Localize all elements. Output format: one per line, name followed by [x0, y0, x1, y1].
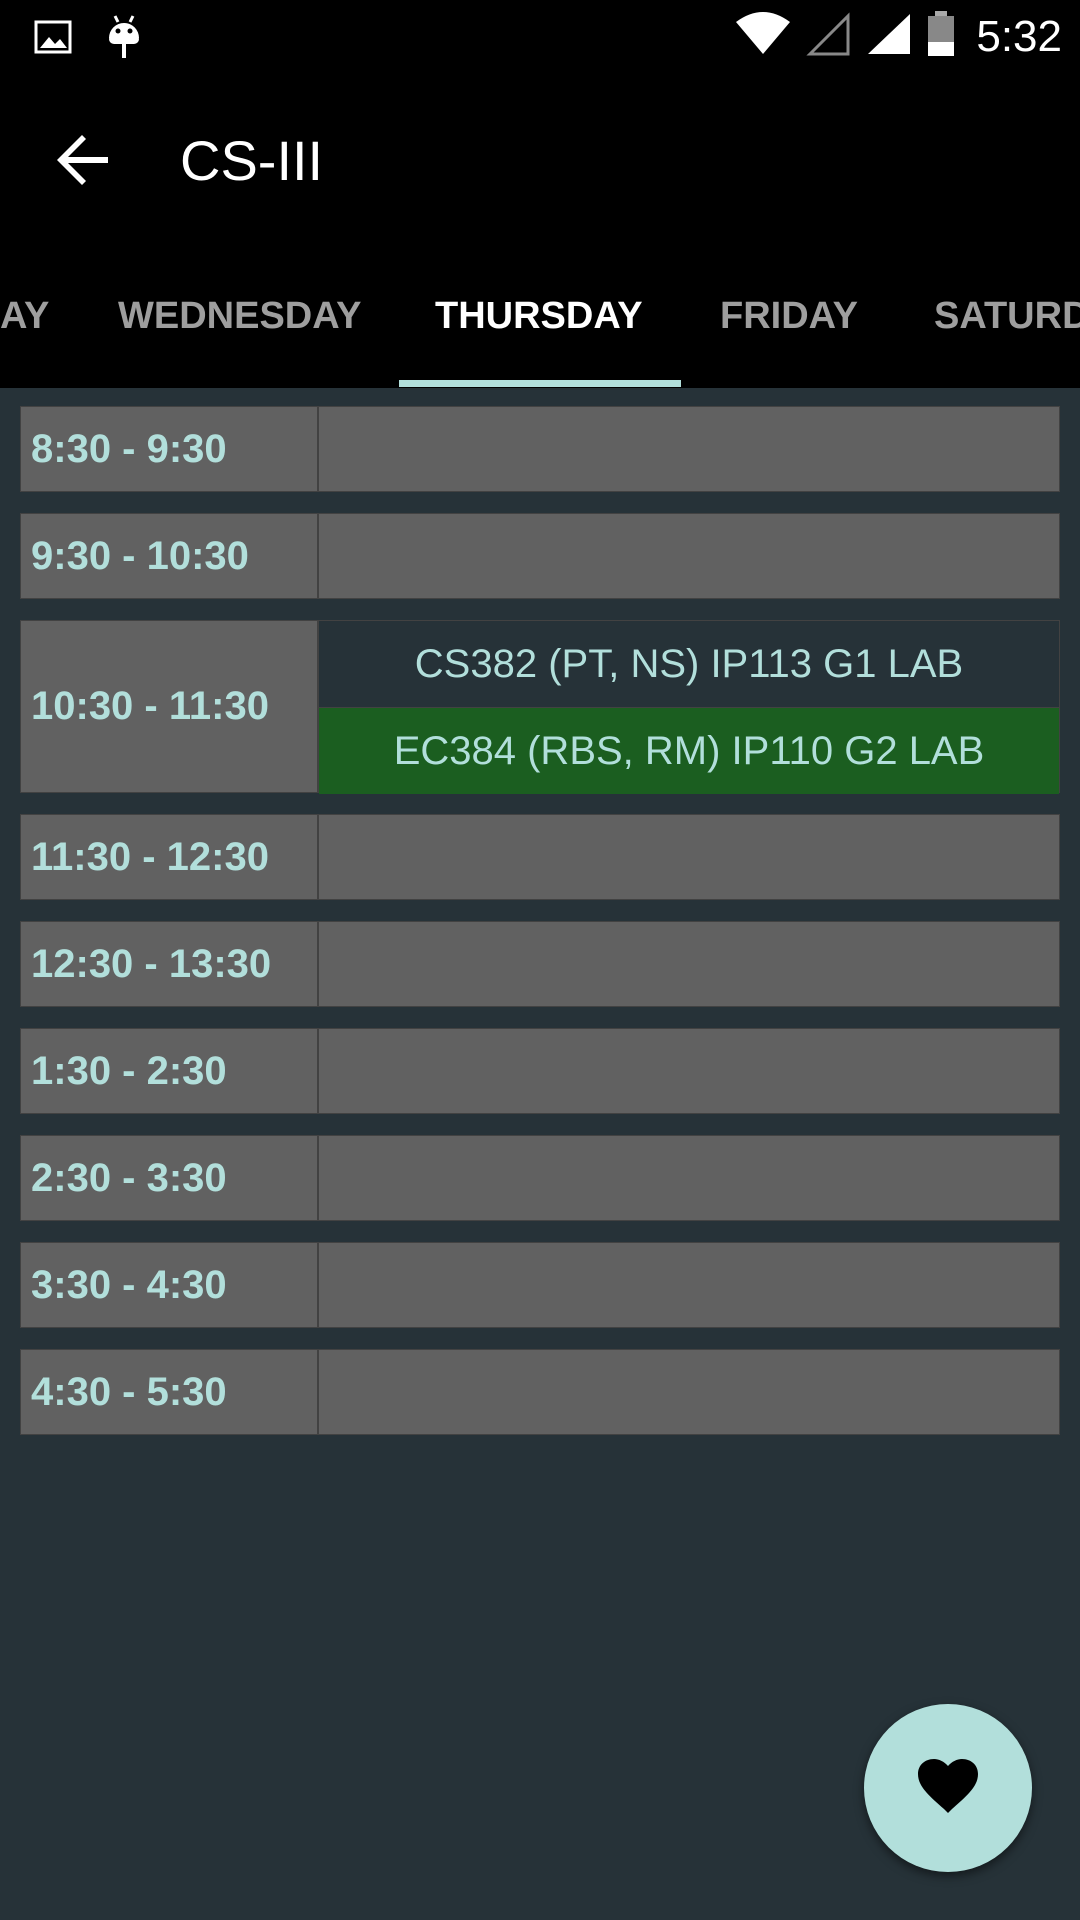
timetable-row[interactable]: 4:30 - 5:30 [20, 1349, 1060, 1435]
time-slot-label: 12:30 - 13:30 [21, 922, 319, 1006]
slot-empty[interactable] [319, 922, 1059, 1006]
class-entry[interactable]: CS382 (PT, NS) IP113 G1 LAB [319, 621, 1059, 708]
signal-empty-icon [806, 12, 852, 61]
time-slot-label: 4:30 - 5:30 [21, 1350, 319, 1434]
time-slot-label: 10:30 - 11:30 [21, 621, 319, 792]
time-slot-label: 1:30 - 2:30 [21, 1029, 319, 1113]
back-button[interactable] [52, 128, 116, 192]
battery-icon [926, 10, 956, 63]
arrow-back-icon [52, 135, 116, 196]
tab-tuesday-partial[interactable]: AY [0, 248, 49, 388]
timetable-row[interactable]: 11:30 - 12:30 [20, 814, 1060, 900]
slot-classes: CS382 (PT, NS) IP113 G1 LAB EC384 (RBS, … [319, 621, 1059, 794]
time-slot-label: 11:30 - 12:30 [21, 815, 319, 899]
tab-friday[interactable]: FRIDAY [720, 248, 858, 388]
tab-wednesday[interactable]: WEDNESDAY [118, 248, 362, 388]
page-title: CS-III [180, 129, 324, 192]
favorite-fab[interactable] [864, 1704, 1032, 1872]
wifi-icon [734, 12, 792, 61]
signal-icon [866, 12, 912, 61]
tab-thursday[interactable]: THURSDAY [435, 248, 643, 388]
timetable-row[interactable]: 2:30 - 3:30 [20, 1135, 1060, 1221]
timetable-row[interactable]: 10:30 - 11:30 CS382 (PT, NS) IP113 G1 LA… [20, 620, 1060, 794]
day-tabs: AY WEDNESDAY THURSDAY FRIDAY SATURD [0, 248, 1080, 388]
slot-empty[interactable] [319, 1243, 1059, 1327]
android-icon [106, 14, 142, 65]
class-entry[interactable]: EC384 (RBS, RM) IP110 G2 LAB [319, 708, 1059, 794]
slot-empty[interactable] [319, 1029, 1059, 1113]
timetable-row[interactable]: 12:30 - 13:30 [20, 921, 1060, 1007]
heart-icon [916, 1757, 980, 1820]
status-bar: 5:32 [0, 0, 1080, 76]
app-bar: CS-III [0, 76, 1080, 248]
time-slot-label: 8:30 - 9:30 [21, 407, 319, 491]
timetable: 8:30 - 9:30 9:30 - 10:30 10:30 - 11:30 C… [20, 406, 1060, 1456]
slot-empty[interactable] [319, 1136, 1059, 1220]
time-slot-label: 3:30 - 4:30 [21, 1243, 319, 1327]
image-icon [34, 20, 72, 59]
tab-indicator [399, 380, 681, 387]
timetable-row[interactable]: 1:30 - 2:30 [20, 1028, 1060, 1114]
tab-saturday-partial[interactable]: SATURD [934, 248, 1080, 388]
timetable-row[interactable]: 3:30 - 4:30 [20, 1242, 1060, 1328]
slot-empty[interactable] [319, 407, 1059, 491]
time-slot-label: 2:30 - 3:30 [21, 1136, 319, 1220]
timetable-row[interactable]: 9:30 - 10:30 [20, 513, 1060, 599]
slot-empty[interactable] [319, 815, 1059, 899]
slot-empty[interactable] [319, 1350, 1059, 1434]
slot-empty[interactable] [319, 514, 1059, 598]
timetable-row[interactable]: 8:30 - 9:30 [20, 406, 1060, 492]
status-time: 5:32 [976, 11, 1062, 61]
time-slot-label: 9:30 - 10:30 [21, 514, 319, 598]
